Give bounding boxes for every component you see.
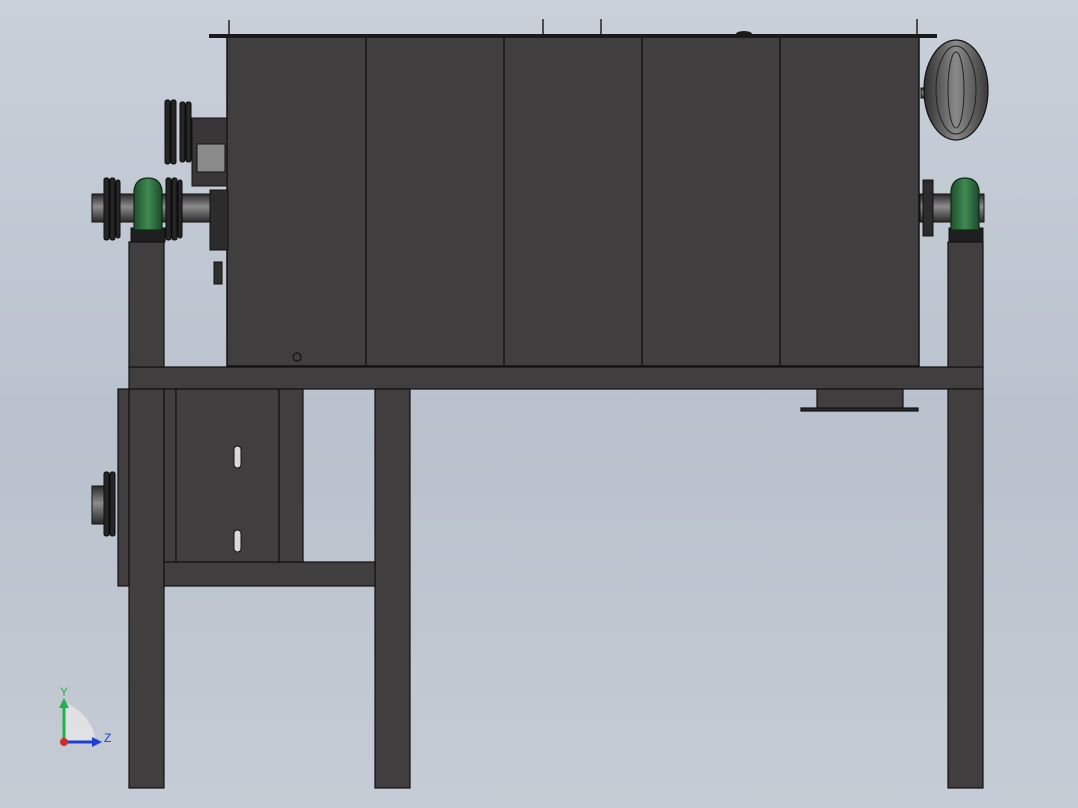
- y-axis-label: Y: [60, 685, 69, 699]
- mixer-tank[interactable]: [209, 19, 937, 367]
- right-shaft-collar: [922, 179, 934, 237]
- mount-slot: [233, 529, 242, 553]
- z-axis-label: Z: [104, 731, 112, 745]
- lid-handle[interactable]: [736, 31, 752, 37]
- bearing-housing-right[interactable]: [950, 177, 980, 231]
- discharge-chute: [816, 388, 904, 410]
- z-axis-arrowhead: [92, 737, 102, 747]
- sprocket-icon[interactable]: [165, 177, 183, 241]
- sprocket-icon[interactable]: [103, 177, 121, 241]
- view-orientation-triad[interactable]: Y Z: [52, 684, 122, 754]
- left-shaft-collar: [209, 189, 229, 251]
- sprocket-icon[interactable]: [103, 471, 116, 537]
- right-drive-assembly[interactable]: [919, 39, 989, 243]
- tank-lid[interactable]: [209, 34, 937, 38]
- discharge-flange: [800, 407, 919, 412]
- frame-upper-leg-right: [947, 241, 984, 368]
- frame-side-plate: [117, 388, 130, 587]
- frame-leg-middle: [374, 388, 411, 789]
- cad-viewport[interactable]: Y Z: [0, 0, 1078, 808]
- y-axis-arrowhead: [59, 698, 69, 708]
- motor-mount-plate: [175, 388, 280, 563]
- bearing-housing-left[interactable]: [133, 177, 163, 231]
- frame-top-beam: [128, 366, 984, 390]
- x-axis-dot: [60, 738, 68, 746]
- machine-drawing[interactable]: [0, 0, 1078, 808]
- frame-upper-leg-left: [128, 241, 165, 368]
- sprocket-icon[interactable]: [164, 99, 192, 165]
- bracket-post-right: [278, 388, 304, 563]
- bracket-post-left: [163, 388, 177, 563]
- gearbox-cover: [196, 143, 226, 173]
- lid-pins: [228, 19, 918, 34]
- frame-crossbar: [163, 561, 376, 587]
- drive-bracket: [213, 261, 223, 285]
- tank-body[interactable]: [226, 36, 920, 367]
- blower-fan-icon[interactable]: [923, 39, 989, 141]
- mount-slot: [233, 445, 242, 469]
- frame-leg-left: [128, 388, 165, 789]
- frame-leg-right: [947, 388, 984, 789]
